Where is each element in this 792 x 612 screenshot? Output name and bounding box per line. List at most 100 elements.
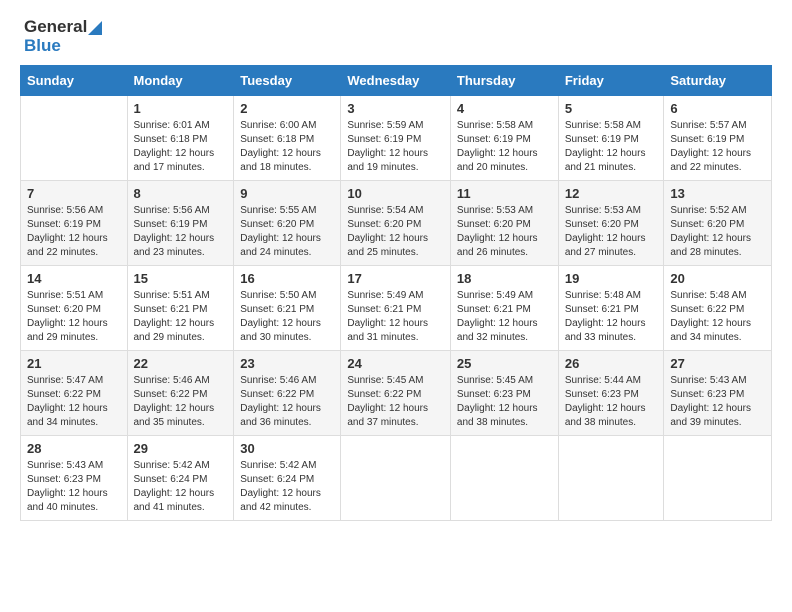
calendar-cell: 20Sunrise: 5:48 AM Sunset: 6:22 PM Dayli… xyxy=(664,266,772,351)
calendar-cell: 8Sunrise: 5:56 AM Sunset: 6:19 PM Daylig… xyxy=(127,181,234,266)
calendar-cell xyxy=(558,436,664,521)
logo-blue-text: Blue xyxy=(24,36,61,55)
day-number: 6 xyxy=(670,101,765,116)
day-info: Sunrise: 5:56 AM Sunset: 6:19 PM Dayligh… xyxy=(27,204,121,260)
calendar-cell: 13 Sunrise: 5:52 AM Sunset: 6:20 PM Dayli… xyxy=(664,181,772,266)
day-number: 25 xyxy=(457,356,552,371)
day-info: Sunrise: 6:01 AM Sunset: 6:18 PM Dayligh… xyxy=(134,119,228,175)
day-info: Sunrise: 5:48 AM Sunset: 6:22 PM Dayligh… xyxy=(670,289,765,345)
day-info: Sunrise: 5:46 AM Sunset: 6:22 PM Dayligh… xyxy=(240,374,334,430)
calendar-cell: 16 Sunrise: 5:50 AM Sunset: 6:21 PM Dayli… xyxy=(234,266,341,351)
calendar-cell: 10 Sunrise: 5:54 AM Sunset: 6:20 PM Dayli… xyxy=(341,181,451,266)
day-info: Sunrise: 5:42 AM Sunset: 6:24 PM Dayligh… xyxy=(240,459,334,515)
calendar-cell: 25 Sunrise: 5:45 AM Sunset: 6:23 PM Dayli… xyxy=(450,351,558,436)
day-number: 26 xyxy=(565,356,658,371)
calendar-cell: 14 Sunrise: 5:51 AM Sunset: 6:20 PM Dayli… xyxy=(21,266,128,351)
column-header-wednesday: Wednesday xyxy=(341,66,451,96)
calendar-cell xyxy=(21,96,128,181)
day-number: 11 xyxy=(457,186,552,201)
day-info: Sunrise: 5:47 AM Sunset: 6:22 PM Dayligh… xyxy=(27,374,121,430)
day-info: Sunrise: 5:58 AM Sunset: 6:19 PM Dayligh… xyxy=(457,119,552,175)
column-header-friday: Friday xyxy=(558,66,664,96)
column-header-thursday: Thursday xyxy=(450,66,558,96)
day-number: 16 xyxy=(240,271,334,286)
day-number: 17 xyxy=(347,271,444,286)
day-info: Sunrise: 5:42 AM Sunset: 6:24 PM Dayligh… xyxy=(134,459,228,515)
calendar-cell: 29 Sunrise: 5:42 AM Sunset: 6:24 PM Dayli… xyxy=(127,436,234,521)
calendar-header-row: SundayMondayTuesdayWednesdayThursdayFrid… xyxy=(21,66,772,96)
day-number: 15 xyxy=(134,271,228,286)
day-info: Sunrise: 5:54 AM Sunset: 6:20 PM Dayligh… xyxy=(347,204,444,260)
calendar-cell: 4 Sunrise: 5:58 AM Sunset: 6:19 PM Daylig… xyxy=(450,96,558,181)
day-info: Sunrise: 5:59 AM Sunset: 6:19 PM Dayligh… xyxy=(347,119,444,175)
day-info: Sunrise: 5:53 AM Sunset: 6:20 PM Dayligh… xyxy=(565,204,658,260)
day-number: 28 xyxy=(27,441,121,456)
calendar-cell: 17 Sunrise: 5:49 AM Sunset: 6:21 PM Dayli… xyxy=(341,266,451,351)
calendar-cell: 15 Sunrise: 5:51 AM Sunset: 6:21 PM Dayli… xyxy=(127,266,234,351)
day-info: Sunrise: 5:43 AM Sunset: 6:23 PM Dayligh… xyxy=(670,374,765,430)
calendar-cell: 3Sunrise: 5:59 AM Sunset: 6:19 PM Daylig… xyxy=(341,96,451,181)
calendar-cell: 12Sunrise: 5:53 AM Sunset: 6:20 PM Dayli… xyxy=(558,181,664,266)
calendar-week-row: 1 Sunrise: 6:01 AM Sunset: 6:18 PM Daylig… xyxy=(21,96,772,181)
day-info: Sunrise: 5:45 AM Sunset: 6:23 PM Dayligh… xyxy=(457,374,552,430)
column-header-monday: Monday xyxy=(127,66,234,96)
column-header-saturday: Saturday xyxy=(664,66,772,96)
day-number: 4 xyxy=(457,101,552,116)
calendar-cell: 1 Sunrise: 6:01 AM Sunset: 6:18 PM Daylig… xyxy=(127,96,234,181)
day-info: Sunrise: 5:46 AM Sunset: 6:22 PM Dayligh… xyxy=(134,374,228,430)
day-number: 5 xyxy=(565,101,658,116)
calendar-cell: 30Sunrise: 5:42 AM Sunset: 6:24 PM Dayli… xyxy=(234,436,341,521)
day-info: Sunrise: 5:44 AM Sunset: 6:23 PM Dayligh… xyxy=(565,374,658,430)
day-info: Sunrise: 5:49 AM Sunset: 6:21 PM Dayligh… xyxy=(347,289,444,345)
calendar-week-row: 28Sunrise: 5:43 AM Sunset: 6:23 PM Dayli… xyxy=(21,436,772,521)
calendar-cell: 2Sunrise: 6:00 AM Sunset: 6:18 PM Daylig… xyxy=(234,96,341,181)
calendar-cell: 7 Sunrise: 5:56 AM Sunset: 6:19 PM Daylig… xyxy=(21,181,128,266)
logo-triangle-icon xyxy=(88,21,102,35)
day-info: Sunrise: 5:53 AM Sunset: 6:20 PM Dayligh… xyxy=(457,204,552,260)
day-number: 9 xyxy=(240,186,334,201)
day-info: Sunrise: 5:50 AM Sunset: 6:21 PM Dayligh… xyxy=(240,289,334,345)
calendar-cell xyxy=(664,436,772,521)
day-number: 19 xyxy=(565,271,658,286)
calendar-cell xyxy=(341,436,451,521)
page-header: GeneralBlue xyxy=(0,0,792,65)
logo-general-text: General xyxy=(24,17,87,36)
calendar-table: SundayMondayTuesdayWednesdayThursdayFrid… xyxy=(20,65,772,521)
calendar-cell: 11 Sunrise: 5:53 AM Sunset: 6:20 PM Dayli… xyxy=(450,181,558,266)
day-info: Sunrise: 5:49 AM Sunset: 6:21 PM Dayligh… xyxy=(457,289,552,345)
day-number: 7 xyxy=(27,186,121,201)
day-info: Sunrise: 5:55 AM Sunset: 6:20 PM Dayligh… xyxy=(240,204,334,260)
column-header-sunday: Sunday xyxy=(21,66,128,96)
day-info: Sunrise: 5:52 AM Sunset: 6:20 PM Dayligh… xyxy=(670,204,765,260)
column-header-tuesday: Tuesday xyxy=(234,66,341,96)
day-number: 14 xyxy=(27,271,121,286)
day-info: Sunrise: 5:51 AM Sunset: 6:21 PM Dayligh… xyxy=(134,289,228,345)
day-number: 13 xyxy=(670,186,765,201)
day-number: 1 xyxy=(134,101,228,116)
calendar-cell: 28Sunrise: 5:43 AM Sunset: 6:23 PM Dayli… xyxy=(21,436,128,521)
calendar-cell: 5 Sunrise: 5:58 AM Sunset: 6:19 PM Daylig… xyxy=(558,96,664,181)
day-info: Sunrise: 5:58 AM Sunset: 6:19 PM Dayligh… xyxy=(565,119,658,175)
day-info: Sunrise: 5:45 AM Sunset: 6:22 PM Dayligh… xyxy=(347,374,444,430)
calendar-cell: 27Sunrise: 5:43 AM Sunset: 6:23 PM Dayli… xyxy=(664,351,772,436)
logo: GeneralBlue xyxy=(24,18,102,55)
day-info: Sunrise: 5:56 AM Sunset: 6:19 PM Dayligh… xyxy=(134,204,228,260)
calendar-cell: 22 Sunrise: 5:46 AM Sunset: 6:22 PM Dayli… xyxy=(127,351,234,436)
day-info: Sunrise: 5:48 AM Sunset: 6:21 PM Dayligh… xyxy=(565,289,658,345)
calendar-cell: 19 Sunrise: 5:48 AM Sunset: 6:21 PM Dayli… xyxy=(558,266,664,351)
day-number: 24 xyxy=(347,356,444,371)
calendar-cell xyxy=(450,436,558,521)
calendar-cell: 9 Sunrise: 5:55 AM Sunset: 6:20 PM Daylig… xyxy=(234,181,341,266)
day-number: 22 xyxy=(134,356,228,371)
day-number: 29 xyxy=(134,441,228,456)
calendar-cell: 23 Sunrise: 5:46 AM Sunset: 6:22 PM Dayli… xyxy=(234,351,341,436)
day-number: 18 xyxy=(457,271,552,286)
calendar-cell: 26 Sunrise: 5:44 AM Sunset: 6:23 PM Dayli… xyxy=(558,351,664,436)
day-number: 21 xyxy=(27,356,121,371)
calendar-week-row: 14 Sunrise: 5:51 AM Sunset: 6:20 PM Dayli… xyxy=(21,266,772,351)
day-number: 10 xyxy=(347,186,444,201)
day-info: Sunrise: 5:57 AM Sunset: 6:19 PM Dayligh… xyxy=(670,119,765,175)
day-number: 23 xyxy=(240,356,334,371)
calendar-week-row: 7 Sunrise: 5:56 AM Sunset: 6:19 PM Daylig… xyxy=(21,181,772,266)
day-info: Sunrise: 5:51 AM Sunset: 6:20 PM Dayligh… xyxy=(27,289,121,345)
